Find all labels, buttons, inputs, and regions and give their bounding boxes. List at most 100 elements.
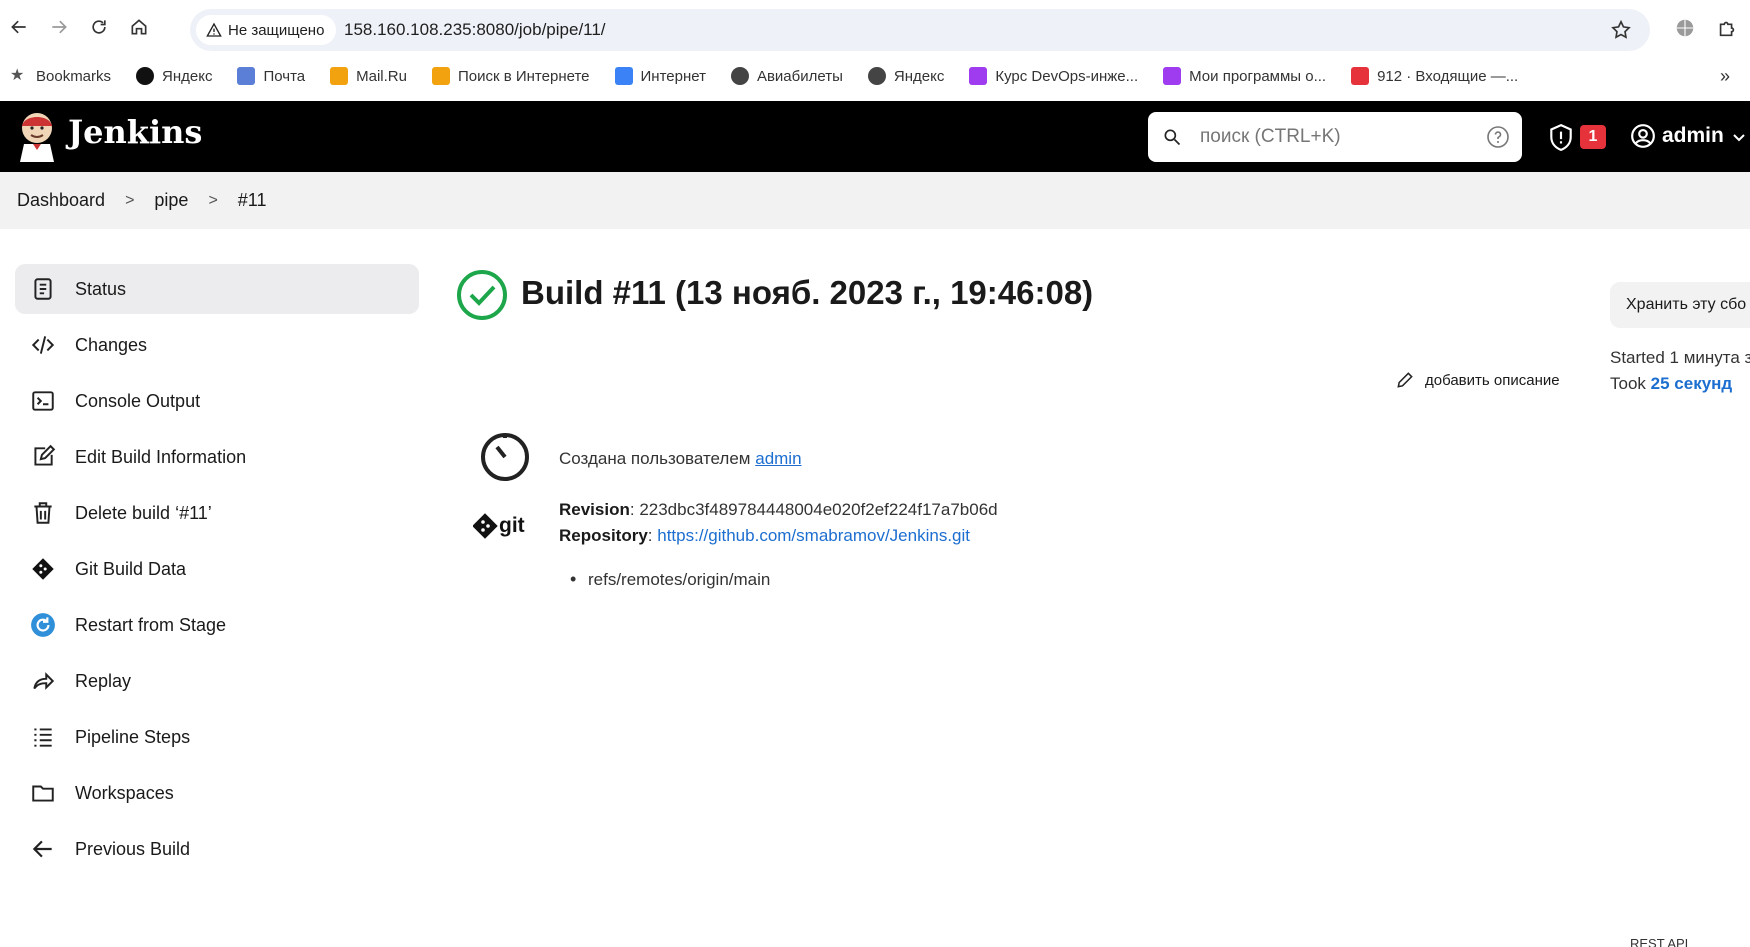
search-box[interactable] [1148,112,1522,162]
arrow-forward-icon [52,20,67,34]
code-icon [29,331,57,359]
started-info: Started 1 минута з [1610,348,1750,367]
edit-icon [29,443,57,471]
task-git[interactable]: Git Build Data [15,544,419,594]
security-count-badge[interactable]: 1 [1580,125,1606,149]
bookmark-item[interactable]: Курс DevOps-инже... [969,67,1138,85]
git-logo-icon: git [473,513,525,539]
address-bar[interactable]: Не защищено 158.160.108.235:8080/job/pip… [190,9,1650,51]
breadcrumb-dashboard[interactable]: Dashboard [17,190,105,211]
task-replay[interactable]: Replay [15,656,419,706]
task-label: Status [75,278,127,299]
repository-label: Repository [559,526,648,545]
home-button[interactable] [126,14,152,40]
search-input[interactable] [1200,122,1470,152]
bookmark-label: Яндекс [162,67,213,85]
bookmark-item[interactable]: Почта [237,67,305,85]
user-icon[interactable] [1630,123,1656,149]
bookmark-item[interactable]: Mail.Ru [330,67,407,85]
bookmark-item[interactable]: Яндекс [136,67,212,85]
chevron-right-icon: > [125,191,135,209]
reload-button[interactable] [86,14,112,40]
revision-label: Revision [559,500,630,519]
grid-icon [969,67,988,85]
bookmark-item[interactable]: ★ Bookmarks [10,67,111,85]
task-label: Delete build ‘#11’ [75,502,212,523]
globe-icon [867,67,886,85]
bookmark-label: Авиабилеты [756,67,843,85]
breadcrumb-job[interactable]: pipe [154,190,188,211]
task-arrow-left[interactable]: Previous Build [15,824,419,874]
search-icon [1164,129,1181,146]
globe-extension-icon[interactable] [1674,17,1696,39]
bookmark-item[interactable]: Авиабилеты [730,67,843,85]
reload-icon [92,20,106,34]
warning-icon [206,22,222,37]
arrow-left-icon [29,835,57,863]
bookmark-item[interactable]: Яндекс [867,67,944,85]
add-description-label: добавить описание [1425,371,1560,389]
task-label: Pipeline Steps [75,726,191,747]
status-icon [29,275,57,303]
bookmark-label: Mail.Ru [356,67,407,85]
yandex-icon [136,67,155,85]
task-edit[interactable]: Edit Build Information [15,432,419,482]
browser-icon [614,67,633,85]
url-text[interactable]: 158.160.108.235:8080/job/pipe/11/ [344,20,606,40]
bookmark-item[interactable]: 912 · Входящие —... [1351,67,1518,85]
forward-button[interactable] [46,14,72,40]
created-by-label: Создана пользователем [559,449,751,468]
task-steps[interactable]: Pipeline Steps [15,712,419,762]
task-label: Replay [75,670,132,691]
security-shield-icon[interactable] [1548,123,1574,151]
breadcrumb: Dashboard > pipe > #11 [0,172,1750,229]
mailru-icon [330,67,349,85]
bookmark-item[interactable]: Поиск в Интернете [432,67,590,85]
security-chip[interactable]: Не защищено [196,15,337,45]
restart-icon [29,611,57,639]
revision-value: 223dbc3f489784448004e020f2ef224f17a7b06d [639,500,998,519]
task-code[interactable]: Changes [15,320,419,370]
task-terminal[interactable]: Console Output [15,376,419,426]
help-icon[interactable] [1486,125,1510,149]
folder-icon [29,779,57,807]
bookmark-label: 912 · Входящие —... [1377,67,1519,85]
search-web-icon [432,67,450,85]
revision-row: Revision: 223dbc3f489784448004e020f2ef22… [559,500,998,519]
rest-api-link[interactable]: REST API [1630,936,1688,947]
git-icon [29,555,57,583]
jenkins-logo-icon[interactable] [16,110,58,162]
repository-link[interactable]: https://github.com/smabramov/Jenkins.git [657,526,970,545]
task-restart[interactable]: Restart from Stage [15,600,419,650]
trash-icon [29,499,57,527]
task-label: Workspaces [75,782,174,803]
took-label: Took [1610,374,1646,393]
jenkins-title[interactable]: Jenkins [68,113,202,151]
replay-icon [29,667,57,695]
task-status[interactable]: Status [15,264,419,314]
add-description-button[interactable]: добавить описание [1395,370,1560,390]
bookmark-item[interactable]: Мои программы о... [1163,67,1326,85]
chevron-down-icon[interactable] [1732,131,1746,145]
mail-icon [237,67,256,85]
task-trash[interactable]: Delete build ‘#11’ [15,488,419,538]
duration-link[interactable]: 25 секунд [1651,374,1733,393]
bookmarks-overflow-button[interactable]: » [1720,66,1730,87]
bookmark-label: Поиск в Интернете [458,67,590,85]
created-by-user-link[interactable]: admin [755,449,801,468]
task-label: Changes [75,334,148,355]
bookmark-label: Bookmarks [36,67,112,85]
grid-icon [1163,67,1182,85]
bookmark-item[interactable]: Интернет [614,67,706,85]
globe-icon [730,67,749,85]
bookmark-star-icon[interactable] [1610,19,1632,41]
breadcrumb-build[interactable]: #11 [238,190,267,211]
task-label: Console Output [75,390,201,411]
keep-build-button[interactable]: Хранить эту сбо [1610,282,1750,328]
side-panel: Status Changes Console Output Edit Build In… [15,264,419,880]
task-folder[interactable]: Workspaces [15,768,419,818]
back-button[interactable] [6,14,32,40]
user-name[interactable]: admin [1662,124,1724,148]
security-label: Не защищено [228,21,325,39]
extensions-puzzle-icon[interactable] [1716,17,1738,39]
